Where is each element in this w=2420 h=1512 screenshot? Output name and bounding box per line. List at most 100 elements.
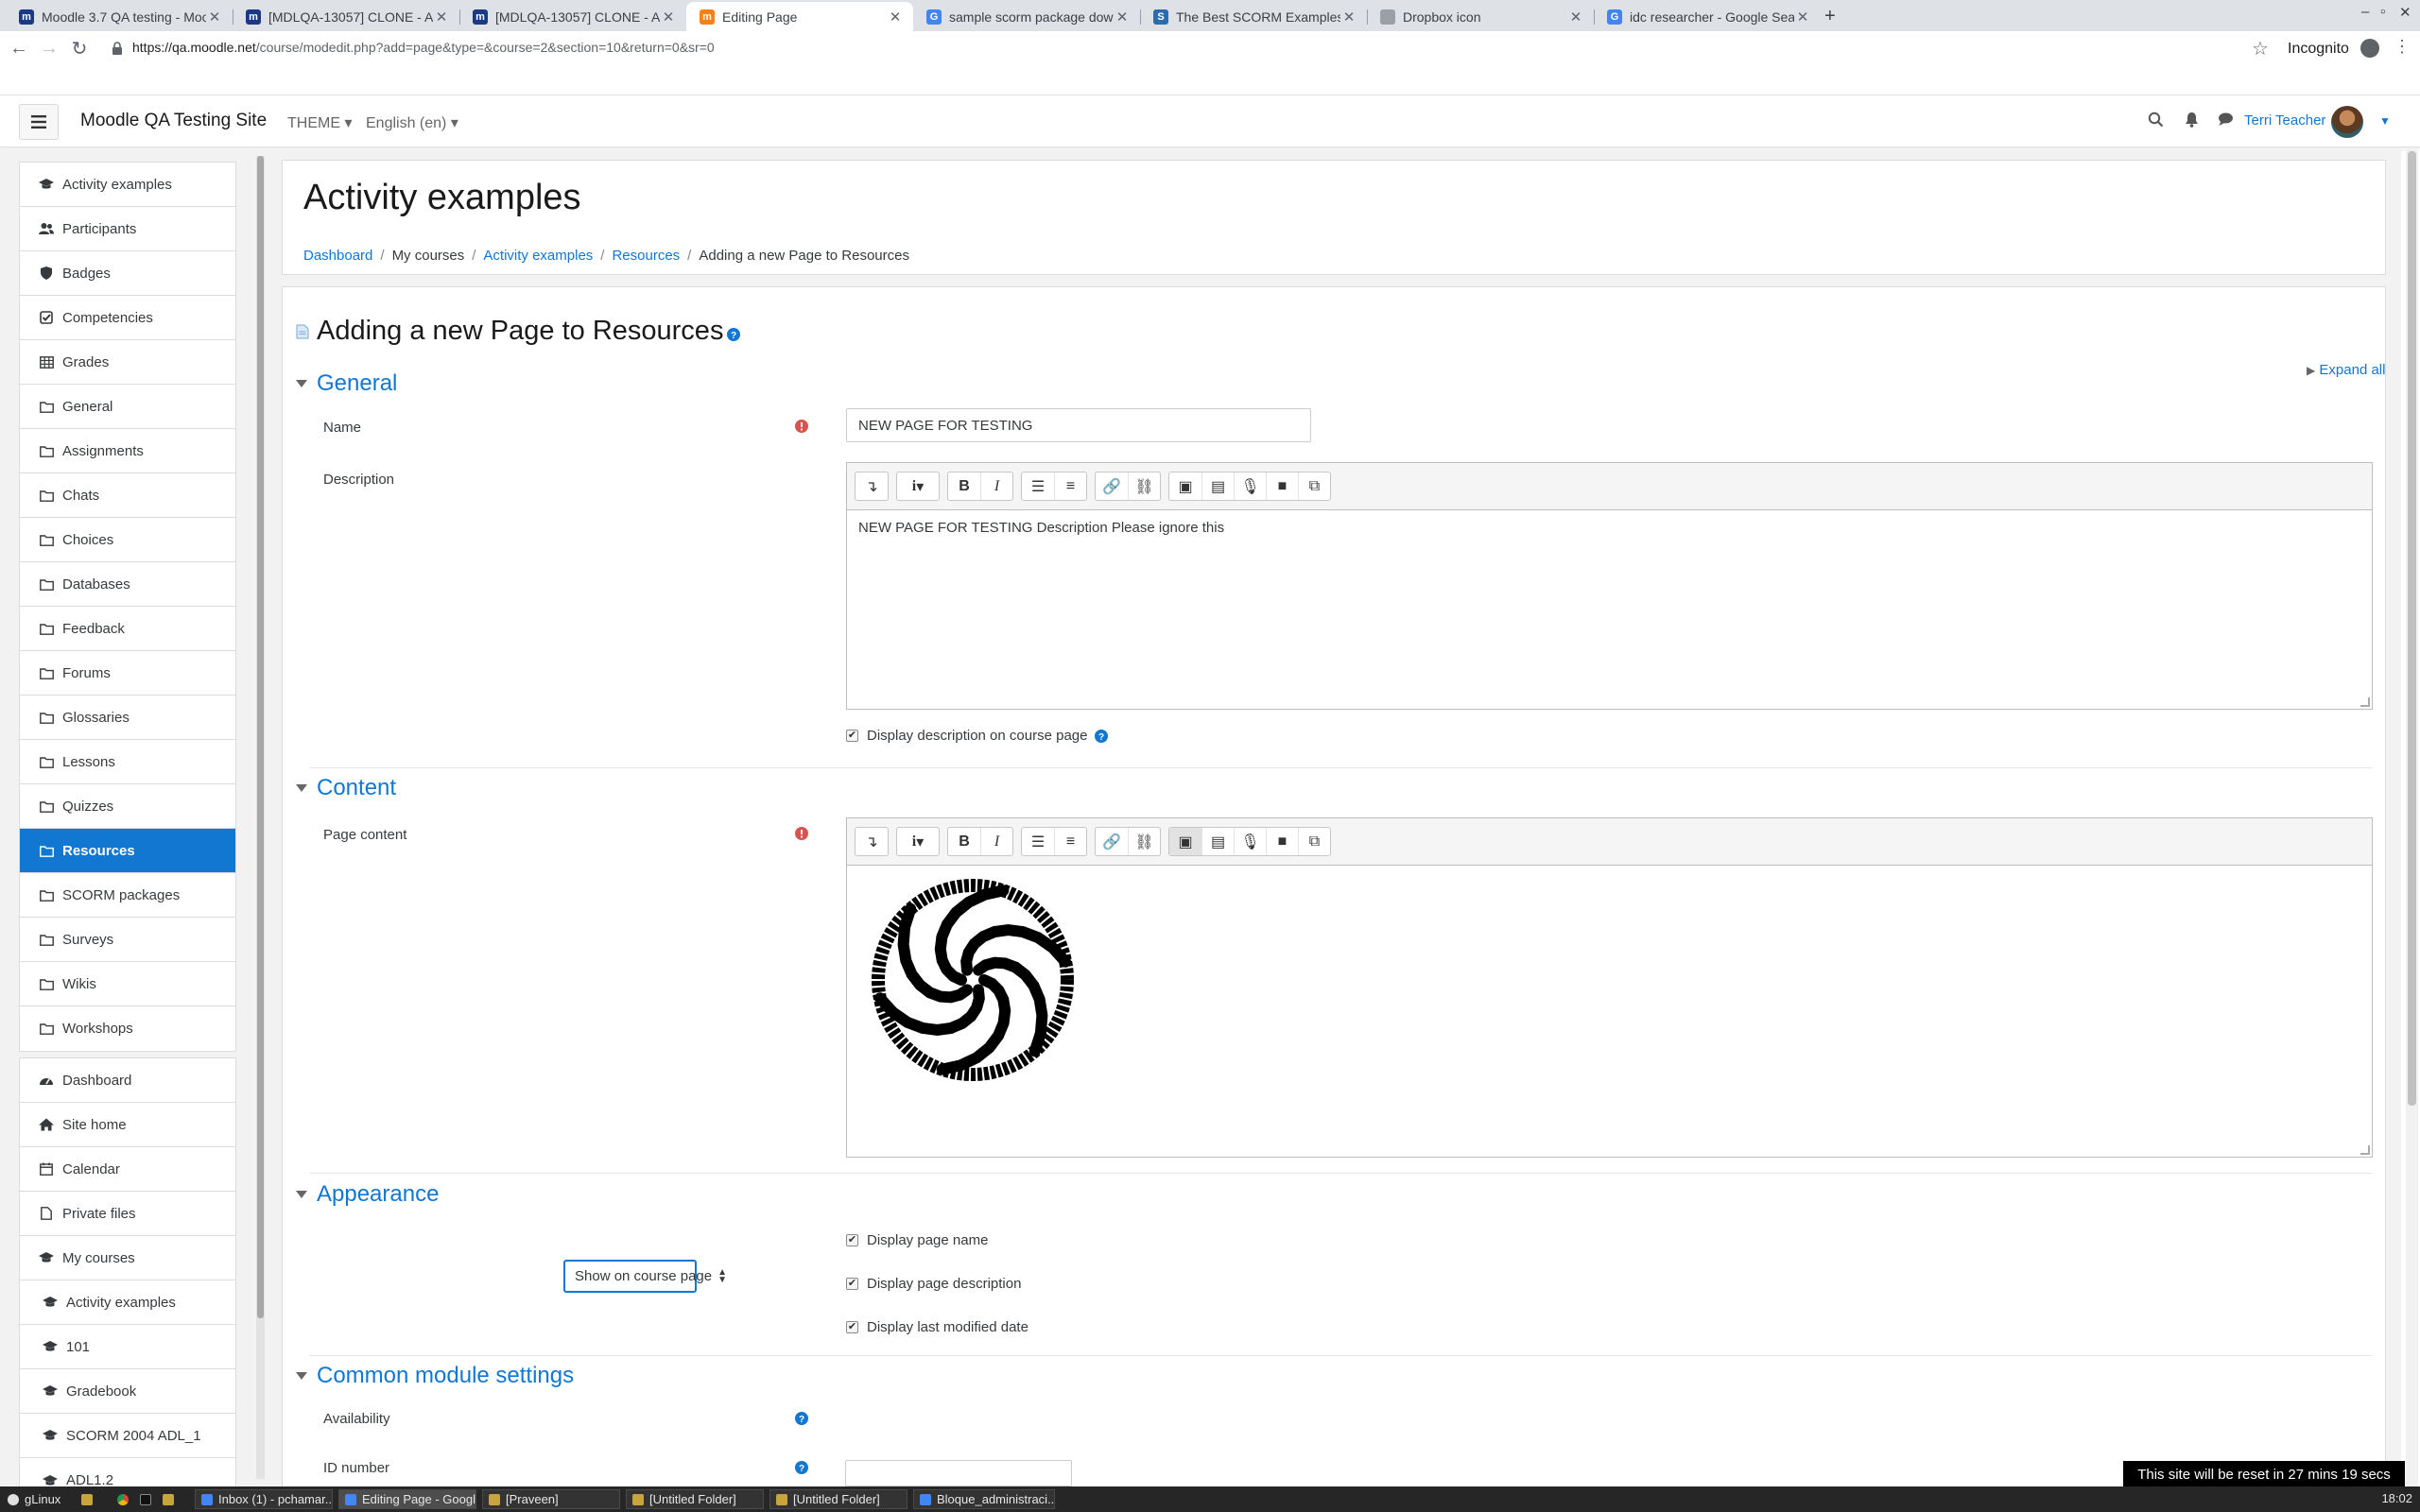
taskbar-window[interactable]: [Praveen] [482,1489,620,1509]
sidebar-item-databases[interactable]: Databases [20,562,235,607]
close-tab-icon[interactable]: ✕ [1567,9,1584,26]
availability-select[interactable]: Show on course page ▲ ▼ [563,1260,727,1293]
close-tab-icon[interactable]: ✕ [660,9,677,26]
breadcrumb-item[interactable]: Activity examples [483,248,593,264]
close-tab-icon[interactable]: ✕ [206,9,223,26]
help-icon[interactable]: ? [1095,729,1109,743]
close-tab-icon[interactable]: ✕ [1114,9,1131,26]
display-description-checkbox-row[interactable]: ✔ Display description on course page ? [846,728,1109,744]
messages-icon[interactable] [2218,112,2234,127]
appearance-option-row[interactable]: ✔ Display page name [846,1232,988,1248]
ordered-list-icon[interactable]: ≡ [1054,472,1086,500]
description-editor-content[interactable]: NEW PAGE FOR TESTING Description Please … [847,510,2372,709]
spiral-wheel-image[interactable] [864,871,1081,1089]
display-page-name-checkbox[interactable]: ✔ [846,1234,858,1246]
sidebar-item-activity-examples[interactable]: Activity examples [20,1280,235,1325]
back-button[interactable]: ← [8,37,30,60]
taskbar-window[interactable]: [Untitled Folder] [626,1489,764,1509]
unordered-list-icon[interactable]: ☰ [1022,828,1054,855]
drawer-scrollbar-thumb[interactable] [257,156,264,1318]
sidebar-item-wikis[interactable]: Wikis [20,962,235,1006]
sidebar-item-competencies[interactable]: Competencies [20,296,235,340]
sidebar-item-chats[interactable]: Chats [20,473,235,518]
browser-menu-icon[interactable]: ⋮ [2394,37,2411,57]
sidebar-item-site-home[interactable]: Site home [20,1103,235,1147]
help-icon[interactable]: ? [795,1412,808,1425]
sidebar-item-private-files[interactable]: Private files [20,1192,235,1236]
close-tab-icon[interactable]: ✕ [1340,9,1357,26]
files-launcher-icon[interactable] [76,1489,98,1509]
paragraph-style-icon[interactable]: i ▾ [897,472,939,500]
italic-icon[interactable]: I [980,472,1012,500]
sidebar-item-forums[interactable]: Forums [20,651,235,696]
browser-tab[interactable]: Gidc researcher - Google Sear ✕ [1594,2,1821,31]
sidebar-item-calendar[interactable]: Calendar [20,1147,235,1192]
collapse-toolbar-icon[interactable]: ↴ [856,828,888,855]
help-icon[interactable]: ? [795,1461,808,1474]
main-scrollbar-thumb[interactable] [2408,151,2416,1106]
forward-button[interactable]: → [38,37,60,60]
sidebar-item-grades[interactable]: Grades [20,340,235,385]
link-icon[interactable]: 🔗 [1096,828,1128,855]
sidebar-item-surveys[interactable]: Surveys [20,918,235,962]
taskbar-window[interactable]: [Untitled Folder] [769,1489,908,1509]
language-menu[interactable]: English (en) ▾ [366,113,458,132]
link-icon[interactable]: 🔗 [1096,472,1128,500]
terminal-launcher-icon[interactable] [134,1489,157,1509]
breadcrumb-item[interactable]: Resources [612,248,680,264]
taskbar-window[interactable]: Inbox (1) - pchamar... [195,1489,333,1509]
sidebar-item-feedback[interactable]: Feedback [20,607,235,651]
bookmark-star-icon[interactable]: ☆ [2252,37,2269,60]
browser-tab[interactable]: m [MDLQA-13057] CLONE - A te ✕ [459,2,686,31]
browser-tab[interactable]: Gsample scorm package downl ✕ [913,2,1140,31]
name-field[interactable]: NEW PAGE FOR TESTING [846,408,1311,442]
section-general-toggle[interactable]: General [296,370,397,397]
appearance-option-row[interactable]: ✔ Display last modified date [846,1319,1028,1335]
sidebar-item-general[interactable]: General [20,385,235,429]
sidebar-item-scorm-2004-adl-1[interactable]: SCORM 2004 ADL_1 [20,1414,235,1458]
manage-files-icon[interactable]: ⧉ [1298,472,1330,500]
new-tab-button[interactable]: + [1824,6,1836,27]
sidebar-item-gradebook[interactable]: Gradebook [20,1369,235,1414]
record-audio-icon[interactable]: 🎙 [1234,828,1266,855]
avatar[interactable] [2331,106,2363,138]
drawer-toggle-button[interactable] [19,104,59,140]
chevron-down-icon[interactable]: ▼ [2379,114,2391,128]
reload-button[interactable]: ↻ [68,37,91,60]
sidebar-item-adl1-2[interactable]: ADL1.2 [20,1458,235,1486]
search-icon[interactable] [2148,112,2164,128]
insert-image-icon[interactable]: ▣ [1169,472,1201,500]
folder-launcher-icon[interactable] [157,1489,180,1509]
sidebar-item-badges[interactable]: Badges [20,251,235,296]
sidebar-item-101[interactable]: 101 [20,1325,235,1369]
start-menu-button[interactable]: gLinux [2,1489,66,1509]
expand-all-link[interactable]: ▶ Expand all [2307,362,2385,378]
manage-files-icon[interactable]: ⧉ [1298,828,1330,855]
sidebar-item-dashboard[interactable]: Dashboard [20,1058,235,1103]
ordered-list-icon[interactable]: ≡ [1054,828,1086,855]
sidebar-item-lessons[interactable]: Lessons [20,740,235,784]
browser-tab[interactable]: m Moodle 3.7 QA testing - Mood ✕ [6,2,233,31]
breadcrumb-item[interactable]: Dashboard [303,248,372,264]
paragraph-style-icon[interactable]: i ▾ [897,828,939,855]
bold-icon[interactable]: B [948,472,980,500]
sidebar-item-scorm-packages[interactable]: SCORM packages [20,873,235,918]
chrome-launcher-icon[interactable] [112,1489,134,1509]
display-description-checkbox[interactable]: ✔ [846,730,858,742]
taskbar-window[interactable]: Editing Page - Googl... [338,1489,476,1509]
user-menu-name[interactable]: Terri Teacher [2244,112,2325,129]
sidebar-item-resources[interactable]: Resources [20,829,235,873]
close-tab-icon[interactable]: ✕ [433,9,450,26]
sidebar-item-choices[interactable]: Choices [20,518,235,562]
browser-tab[interactable]: m [MDLQA-13057] CLONE - A te ✕ [233,2,459,31]
sidebar-item-my-courses[interactable]: My courses [20,1236,235,1280]
taskbar-window[interactable]: Bloque_administraci... [913,1489,1055,1509]
section-content-toggle[interactable]: Content [296,775,396,801]
insert-media-icon[interactable]: ▤ [1201,828,1234,855]
close-tab-icon[interactable]: ✕ [1794,9,1811,26]
help-icon[interactable]: ? [727,327,741,341]
sidebar-item-quizzes[interactable]: Quizzes [20,784,235,829]
insert-media-icon[interactable]: ▤ [1201,472,1234,500]
browser-tab[interactable]: S The Best SCORM Examples: S✕ [1140,2,1367,31]
minimize-window-button[interactable]: – [2361,4,2369,20]
